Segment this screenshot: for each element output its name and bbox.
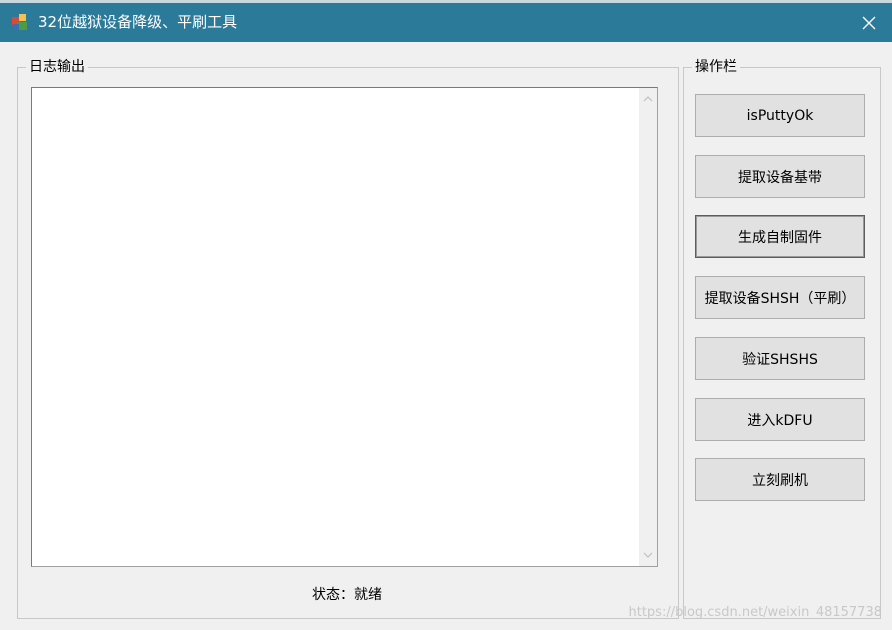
status-label: 状态：就绪: [312, 587, 382, 603]
extract-shsh-button[interactable]: 提取设备SHSH（平刷）: [695, 276, 865, 319]
enter-kdfu-button[interactable]: 进入kDFU: [695, 398, 865, 441]
watermark: https://blog.csdn.net/weixin_48157738: [628, 605, 882, 620]
chevron-down-icon: [643, 552, 653, 558]
title-bar: 32位越狱设备降级、平刷工具: [0, 0, 892, 42]
app-icon: [12, 14, 27, 30]
ops-group-legend: 操作栏: [692, 58, 740, 76]
chevron-up-icon: [643, 96, 653, 102]
close-icon: [862, 16, 876, 29]
scroll-up-button[interactable]: [639, 90, 657, 108]
close-button[interactable]: [846, 3, 892, 42]
log-output-textarea[interactable]: [31, 87, 658, 567]
extract-baseband-button[interactable]: 提取设备基带: [695, 155, 865, 198]
verify-shshs-button[interactable]: 验证SHSHS: [695, 337, 865, 380]
is-putty-ok-button[interactable]: isPuttyOk: [695, 94, 865, 137]
build-custom-firmware-button[interactable]: 生成自制固件: [695, 215, 865, 258]
flash-now-button[interactable]: 立刻刷机: [695, 458, 865, 501]
scroll-down-button[interactable]: [639, 546, 657, 564]
title-bar-top-strip: [0, 0, 892, 3]
window-title: 32位越狱设备降级、平刷工具: [38, 13, 238, 31]
log-scrollbar[interactable]: [639, 88, 657, 566]
log-group-legend: 日志输出: [26, 58, 88, 76]
